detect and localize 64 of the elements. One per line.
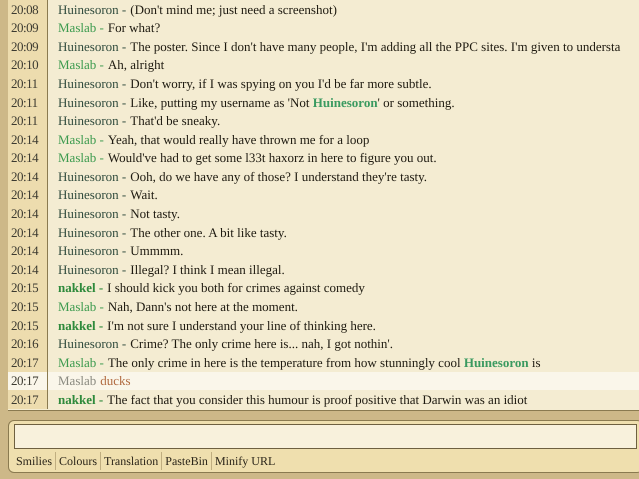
message-text: Wait. (129, 186, 158, 204)
message-text: Ummmm. (129, 242, 184, 260)
message-time: 20:09 (8, 37, 48, 56)
message-time: 20:14 (8, 260, 48, 279)
message-text: ducks (99, 372, 131, 390)
message-author[interactable]: Huinesoron - (58, 185, 126, 205)
message-author[interactable]: Huinesoron - (58, 222, 126, 242)
message-author[interactable]: Huinesoron - (58, 0, 126, 20)
message-text: I should kick you both for crimes against comedy (106, 279, 365, 298)
message-text: Ah, alright (106, 56, 164, 74)
message-time: 20:10 (8, 56, 48, 74)
message-time: 20:17 (8, 353, 48, 372)
message-author[interactable]: nakkel - (58, 390, 104, 410)
message-author[interactable]: Huinesoron - (58, 260, 126, 280)
message-time: 20:14 (8, 148, 48, 168)
message-text: I'm not sure I understand your line of thinking here. (106, 316, 376, 335)
message-time: 20:11 (8, 92, 48, 112)
message-text: For what? (106, 19, 160, 38)
message-author[interactable]: Huinesoron - (58, 166, 126, 186)
message-text: The poster. Since I don't have many people, I'm adding all the PPC sites. I'm given to understa (129, 38, 620, 56)
message-author[interactable]: Huinesoron - (58, 334, 126, 354)
message-time: 20:14 (8, 223, 48, 242)
message-time: 20:11 (8, 112, 48, 130)
message-author[interactable]: nakkel - (58, 316, 104, 336)
toolbar-link[interactable]: Translation (100, 452, 162, 470)
message-time: 20:14 (8, 167, 48, 186)
message-author[interactable]: Huinesoron - (58, 241, 126, 261)
message-time: 20:14 (8, 204, 48, 224)
message-text: (Don't mind me; just need a screenshot) (129, 0, 337, 19)
toolbar-link[interactable]: PasteBin (161, 452, 211, 470)
message-time: 20:17 (8, 390, 48, 410)
message-time: 20:15 (8, 298, 48, 316)
message-text: Like, putting my username as 'Not Huinesoron' or something. (129, 94, 455, 112)
message-time: 20:09 (8, 18, 48, 38)
message-text: Would've had to get some l33t haxorz in here to figure you out. (106, 149, 437, 168)
message-text: Nah, Dann's not here at the moment. (106, 298, 298, 316)
message-author[interactable]: Huinesoron - (58, 204, 126, 224)
message-text: Illegal? I think I mean illegal. (129, 260, 285, 279)
message-time: 20:15 (8, 316, 48, 335)
message-text: That'd be sneaky. (129, 112, 220, 130)
message-author[interactable]: Huinesoron - (58, 111, 126, 131)
message-text: Yeah, that would really have thrown me for a loop (106, 130, 370, 149)
message-author[interactable]: Huinesoron - (58, 36, 126, 56)
message-time: 20:15 (8, 278, 48, 298)
message-time: 20:11 (8, 74, 48, 93)
message-time: 20:08 (8, 0, 48, 19)
message-author[interactable]: Huinesoron - (58, 92, 126, 112)
message-text: Not tasty. (129, 205, 180, 224)
toolbar-link[interactable]: Smilies (14, 452, 56, 470)
message-author[interactable]: Huinesoron - (58, 74, 126, 94)
message-time: 20:14 (8, 242, 48, 260)
message-time: 20:14 (8, 186, 48, 205)
message-time: 20:14 (8, 130, 48, 149)
message-text: The fact that you consider this humour is proof positive that Darwin was an idiot (106, 391, 528, 410)
toolbar-link[interactable]: Colours (55, 452, 100, 470)
message-text: The only crime in here is the temperature from how stunningly cool Huinesoron is (106, 354, 541, 372)
message-text: Don't worry, if I was spying on you I'd be far more subtle. (129, 74, 432, 93)
message-text: Crime? The only crime here is... nah, I got nothin'. (129, 335, 394, 354)
message-text: The other one. A bit like tasty. (129, 224, 287, 242)
message-time: 20:16 (8, 334, 48, 354)
toolbar-link[interactable]: Minify URL (210, 452, 278, 470)
message-author[interactable]: nakkel - (58, 278, 104, 298)
message-input[interactable] (14, 424, 637, 449)
message-text: Ooh, do we have any of those? I understand they're tasty. (129, 168, 428, 186)
